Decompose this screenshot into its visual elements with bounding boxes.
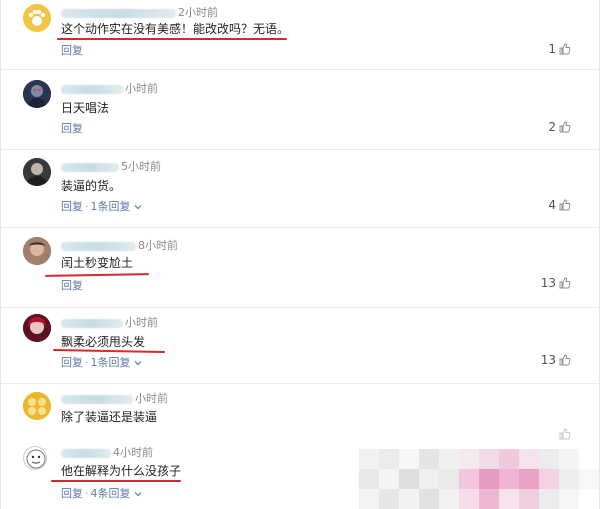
comment-actions: 回复: [61, 277, 83, 293]
username[interactable]: 2小时前: [61, 4, 218, 20]
blurred-name: [61, 394, 133, 404]
comment-item: 小时前 飘柔必须甩头发 回复 · 1条回复 13: [1, 308, 600, 384]
thumbs-up-icon: [559, 428, 571, 440]
comment-text: 闰土秒变尬土: [61, 256, 134, 270]
reply-button[interactable]: 回复: [61, 279, 83, 292]
like-count: 4: [548, 198, 556, 212]
view-replies-button[interactable]: 4条回复: [91, 487, 131, 500]
like-count: 13: [540, 353, 556, 367]
comment-time: 小时前: [125, 82, 158, 95]
avatar[interactable]: [23, 4, 51, 32]
avatar[interactable]: [23, 237, 51, 265]
comment-time: 小时前: [135, 392, 168, 405]
like-button[interactable]: 4: [548, 198, 571, 212]
avatar-image-icon: [23, 237, 51, 265]
separator: ·: [85, 200, 89, 213]
highlight-underline: [57, 38, 287, 40]
chevron-down-icon: [134, 205, 142, 210]
comment-item: 5小时前 装逼的货。 回复 · 1条回复 4: [1, 150, 600, 228]
avatar[interactable]: [23, 392, 51, 420]
thumbs-up-icon: [559, 43, 571, 55]
comment-actions: 回复 · 1条回复: [61, 198, 142, 214]
comment-text: 他在解释为什么没孩子: [61, 464, 182, 478]
thumbs-up-icon: [559, 354, 571, 366]
reply-button[interactable]: 回复: [61, 200, 83, 213]
highlight-underline: [51, 480, 181, 482]
comment-text: 除了装逼还是装逼: [61, 410, 158, 424]
username[interactable]: 小时前: [61, 80, 158, 96]
comment-text: 日天唱法: [61, 101, 110, 115]
comment-time: 4小时前: [113, 446, 153, 459]
username[interactable]: 小时前: [61, 390, 168, 406]
blurred-name: [61, 8, 176, 18]
like-count: 13: [540, 276, 556, 290]
reply-button[interactable]: 回复: [61, 44, 83, 57]
comment-time: 小时前: [125, 316, 158, 329]
avatar[interactable]: [23, 446, 47, 470]
separator: ·: [85, 356, 89, 369]
comment-time: 2小时前: [178, 6, 218, 19]
blurred-name: [61, 318, 123, 328]
thumbs-up-icon: [559, 199, 571, 211]
reply-button[interactable]: 回复: [61, 356, 83, 369]
comment-item: 小时前 日天唱法 回复 2: [1, 70, 600, 150]
comment-actions: 回复: [61, 120, 83, 136]
comment-list: 2小时前 这个动作实在没有美感！能改改吗？无语。 回复 1 小时前 日天唱法 回…: [0, 0, 600, 509]
pixelated-watermark: [359, 449, 599, 509]
comment-time: 5小时前: [121, 160, 161, 173]
like-button[interactable]: 13: [541, 353, 571, 367]
reply-button[interactable]: 回复: [61, 487, 83, 500]
thumbs-up-icon: [559, 277, 571, 289]
comment-text: 飘柔必须甩头发: [61, 335, 146, 349]
comment-item: 2小时前 这个动作实在没有美感！能改改吗？无语。 回复 1: [1, 0, 600, 70]
username[interactable]: 4小时前: [61, 444, 153, 460]
view-replies-button[interactable]: 1条回复: [91, 200, 131, 213]
avatar[interactable]: [23, 158, 51, 186]
username[interactable]: 5小时前: [61, 158, 161, 174]
thumbs-up-icon: [559, 121, 571, 133]
comment-actions: 回复 · 1条回复: [61, 354, 142, 370]
comment-text: 这个动作实在没有美感！能改改吗？无语。: [61, 22, 290, 36]
separator: ·: [85, 487, 89, 500]
avatar[interactable]: [23, 314, 51, 342]
blurred-name: [61, 448, 111, 458]
comment-time: 8小时前: [138, 239, 178, 252]
username[interactable]: 8小时前: [61, 237, 178, 253]
blurred-name: [61, 84, 123, 94]
cartoon-face-icon: [26, 449, 46, 469]
chevron-down-icon: [134, 361, 142, 366]
comment-text: 装逼的货。: [61, 179, 122, 193]
comment-actions: 回复 · 4条回复: [61, 485, 142, 501]
blurred-name: [61, 241, 136, 251]
like-count: 1: [548, 42, 556, 56]
avatar-image-icon: [23, 392, 51, 420]
paw-icon: [23, 4, 51, 32]
avatar-image-icon: [23, 314, 51, 342]
highlight-underline: [52, 349, 166, 353]
chevron-down-icon: [134, 492, 142, 497]
like-button[interactable]: [559, 428, 571, 440]
avatar[interactable]: [23, 80, 51, 108]
comment-item: 小时前 除了装逼还是装逼: [1, 384, 600, 440]
like-button[interactable]: 13: [541, 276, 571, 290]
like-button[interactable]: 1: [548, 42, 571, 56]
avatar-image-icon: [23, 158, 51, 186]
like-button[interactable]: 2: [548, 120, 571, 134]
comment-item: 8小时前 闰土秒变尬土 回复 13: [1, 228, 600, 308]
comment-actions: 回复: [61, 42, 83, 58]
like-count: 2: [548, 120, 556, 134]
avatar-image-icon: [23, 80, 51, 108]
view-replies-button[interactable]: 1条回复: [91, 356, 131, 369]
reply-button[interactable]: 回复: [61, 122, 83, 135]
username[interactable]: 小时前: [61, 314, 158, 330]
blurred-name: [61, 162, 119, 172]
